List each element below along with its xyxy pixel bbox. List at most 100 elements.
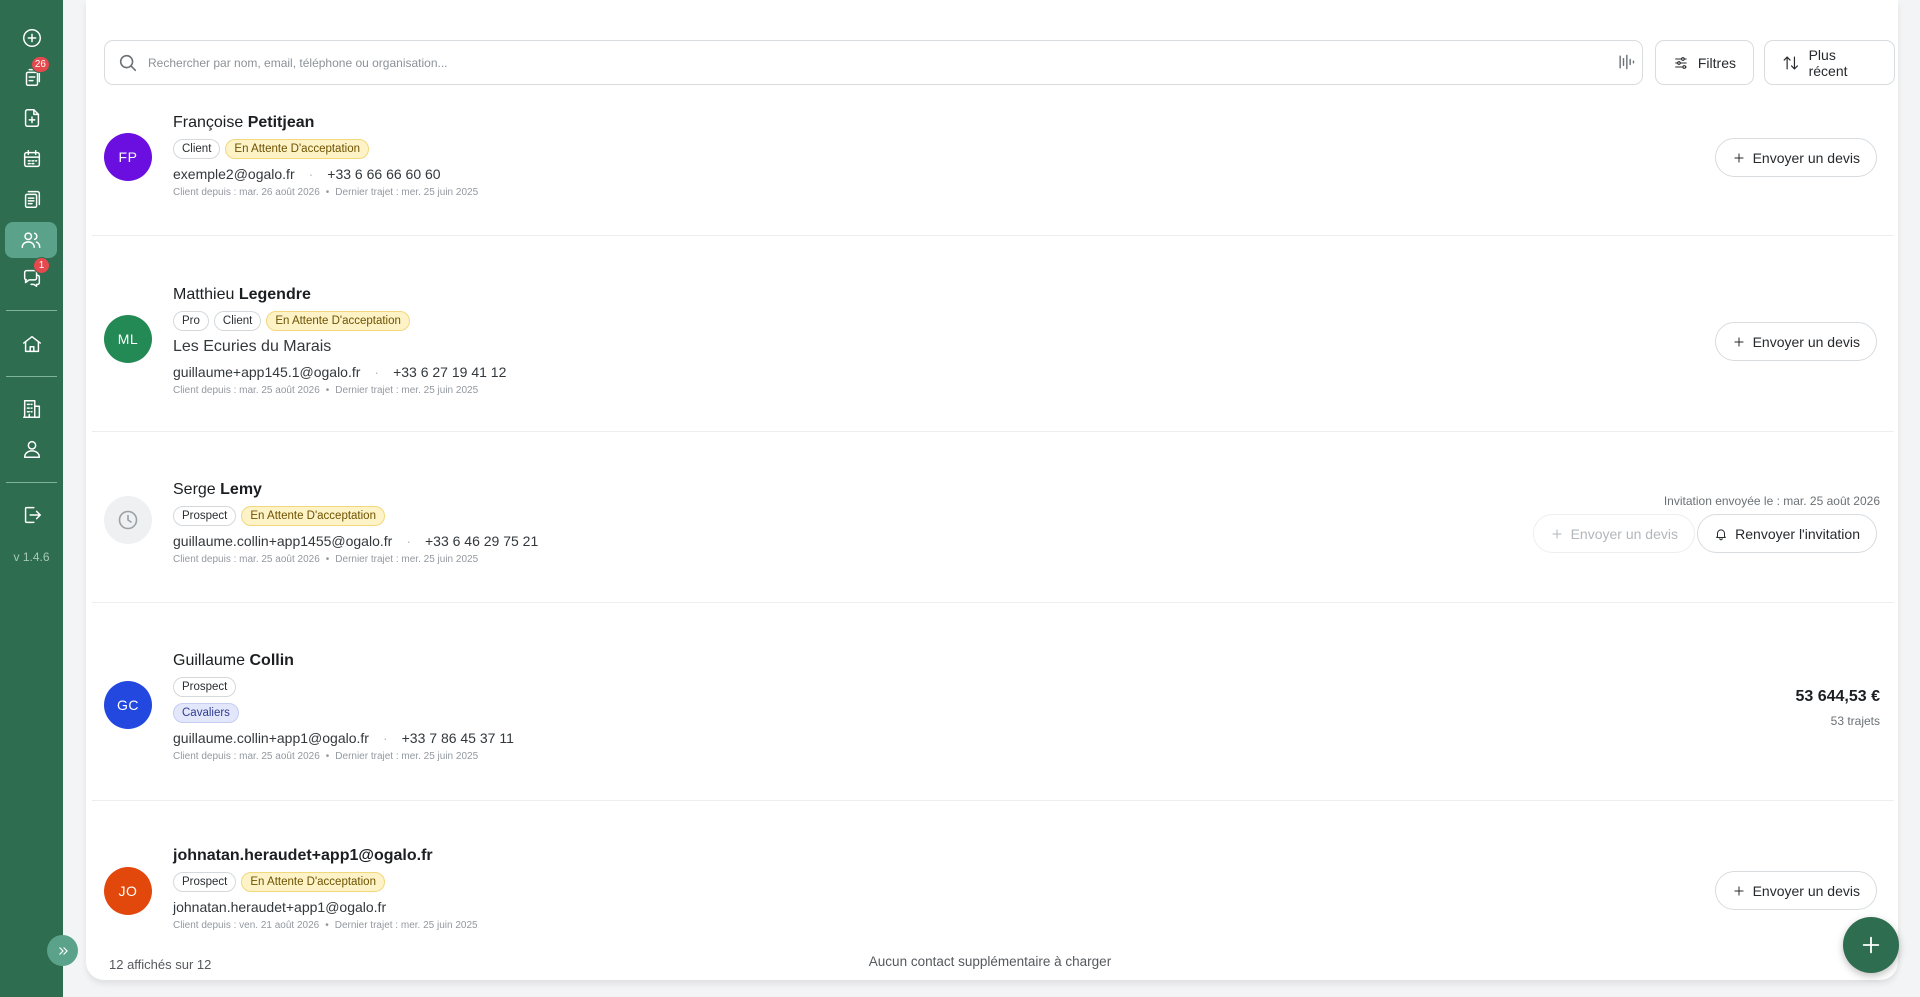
sort-button[interactable]: Plus récent: [1764, 40, 1895, 85]
group-list: Cavaliers: [173, 703, 514, 723]
contact-row[interactable]: Serge Lemy Prospect En Attente D'accepta…: [92, 475, 1894, 600]
sidebar-divider: [6, 310, 57, 311]
search-input[interactable]: [148, 41, 1588, 84]
messages-badge: 1: [33, 257, 50, 274]
bell-icon: [1716, 528, 1727, 540]
search-icon: [117, 52, 139, 74]
email[interactable]: guillaume.collin+app1455@ogalo.fr: [173, 532, 392, 550]
send-quote-button[interactable]: Envoyer un devis: [1714, 871, 1877, 910]
contact-details: guillaume.collin+app1@ogalo.fr · +33 7 86 …: [173, 729, 514, 747]
plus-icon: [1862, 936, 1880, 954]
file-plus-icon: [24, 109, 40, 127]
sort-label: Plus récent: [1808, 46, 1848, 79]
trip-count: 53 trajets: [1830, 714, 1880, 728]
send-quote-button[interactable]: Envoyer un devis: [1714, 322, 1877, 361]
type-tag: Client: [213, 311, 262, 331]
email[interactable]: exemple2@ogalo.fr: [173, 165, 295, 183]
contact-name: Françoise Petitjean: [173, 114, 315, 131]
users-icon: [21, 232, 41, 249]
sidebar-item-quotes[interactable]: [12, 100, 52, 136]
home-icon: [23, 335, 41, 353]
results-count: 12 affichés sur 12: [109, 957, 212, 972]
email[interactable]: johnatan.heraudet+app1@ogalo.fr: [173, 898, 386, 916]
sidebar-item-home[interactable]: [12, 326, 52, 362]
contact-name: Matthieu Legendre: [173, 286, 311, 303]
type-tag: Prospect: [173, 506, 237, 526]
contact-name: Serge Lemy: [173, 481, 262, 498]
sidebar-item-documents[interactable]: [12, 181, 52, 217]
organization: Les Ecuries du Marais: [173, 338, 332, 355]
phone[interactable]: +33 7 86 45 37 11: [402, 729, 514, 747]
contact-details: johnatan.heraudet+app1@ogalo.fr: [173, 898, 478, 916]
sidebar-item-missions[interactable]: 26: [12, 56, 52, 95]
status-badge: En Attente D'acceptation: [266, 311, 410, 331]
plus-icon: [1552, 528, 1562, 539]
row-divider: [92, 602, 1894, 603]
sidebar-item-profile[interactable]: [12, 431, 52, 467]
contact-meta: Client depuis : mar. 25 août 2026 • Dernie…: [173, 385, 479, 396]
sidebar: 26 1 v 1.4.6: [0, 0, 63, 997]
contact-row[interactable]: JO johnatan.heraudet+app1@ogalo.fr Prosp…: [92, 846, 1894, 946]
sidebar-expand-button[interactable]: [47, 935, 78, 966]
load-status: Aucun contact supplémentaire à charger: [868, 954, 1112, 969]
group-tag: Cavaliers: [173, 703, 239, 723]
contact-meta: Client depuis : ven. 21 août 2026 • Dernie…: [173, 920, 478, 931]
phone[interactable]: +33 6 27 19 41 12: [393, 363, 506, 381]
tag-list: Client En Attente D'acceptation: [173, 139, 478, 159]
sidebar-item-new[interactable]: [12, 20, 52, 56]
voice-input-icon[interactable]: [1616, 52, 1636, 72]
type-tag: Pro: [173, 311, 209, 331]
email[interactable]: guillaume.collin+app1@ogalo.fr: [173, 729, 369, 747]
send-quote-button[interactable]: Envoyer un devis: [1532, 514, 1695, 553]
sort-arrows-icon: [1783, 55, 1798, 70]
avatar: GC: [104, 681, 152, 729]
plus-icon: [1734, 336, 1744, 347]
sliders-icon: [1675, 56, 1687, 69]
row-divider: [92, 235, 1894, 236]
status-badge: En Attente D'acceptation: [241, 872, 385, 892]
avatar: FP: [104, 133, 152, 181]
row-divider: [92, 431, 1894, 432]
contact-row[interactable]: FP Françoise Petitjean Client En Attente…: [92, 108, 1894, 234]
user-icon: [23, 440, 41, 458]
type-tag: Prospect: [173, 677, 237, 697]
phone[interactable]: +33 6 46 29 75 21: [425, 532, 538, 550]
sidebar-divider: [6, 376, 57, 377]
sidebar-item-company[interactable]: [12, 391, 52, 427]
contact-meta: Client depuis : mar. 25 août 2026 • Dernie…: [173, 751, 479, 762]
sidebar-item-logout[interactable]: [12, 497, 52, 533]
avatar: JO: [104, 867, 152, 915]
plus-icon: [1734, 885, 1744, 896]
contact-row[interactable]: GC Guillaume Collin Prospect Cavaliers g…: [92, 646, 1894, 796]
sidebar-item-messages[interactable]: 1: [12, 257, 52, 296]
send-quote-button[interactable]: Envoyer un devis: [1714, 138, 1877, 177]
status-badge: En Attente D'acceptation: [225, 139, 369, 159]
logout-icon: [24, 506, 41, 524]
sidebar-item-calendar[interactable]: [12, 141, 52, 177]
plus-icon: [1734, 152, 1744, 163]
revenue-amount: 53 644,53 €: [1795, 688, 1880, 705]
sidebar-divider: [6, 482, 57, 483]
contact-name: johnatan.heraudet+app1@ogalo.fr: [173, 847, 433, 864]
contact-row[interactable]: ML Matthieu Legendre Pro Client En Atten…: [92, 280, 1894, 430]
resend-invitation-button[interactable]: Renvoyer l'invitation: [1697, 514, 1877, 553]
chevrons-right-icon: [58, 946, 68, 955]
filters-label: Filtres: [1697, 54, 1736, 71]
sidebar-item-contacts[interactable]: [5, 222, 57, 258]
status-badge: En Attente D'acceptation: [241, 506, 385, 526]
filters-button[interactable]: Filtres: [1655, 40, 1754, 85]
contact-details: exemple2@ogalo.fr · +33 6 66 66 60 60: [173, 165, 441, 183]
tag-list: Prospect En Attente D'acceptation: [173, 872, 478, 892]
building-icon: [23, 400, 41, 418]
calendar-icon: [23, 150, 41, 168]
plus-circle-icon: [23, 29, 41, 47]
contact-meta: Client depuis : mar. 25 août 2026 • Dernie…: [173, 554, 479, 565]
contact-details: guillaume.collin+app1455@ogalo.fr · +33 6 …: [173, 532, 539, 550]
clock-icon: [118, 510, 138, 530]
email[interactable]: guillaume+app145.1@ogalo.fr: [173, 363, 360, 381]
phone[interactable]: +33 6 66 66 60 60: [327, 165, 440, 183]
missions-badge: 26: [30, 56, 50, 73]
tag-list: Pro Client En Attente D'acceptation: [173, 311, 506, 331]
add-contact-button[interactable]: [1843, 917, 1899, 973]
contact-meta: Client depuis : mar. 26 août 2026 • Dernie…: [173, 187, 479, 198]
